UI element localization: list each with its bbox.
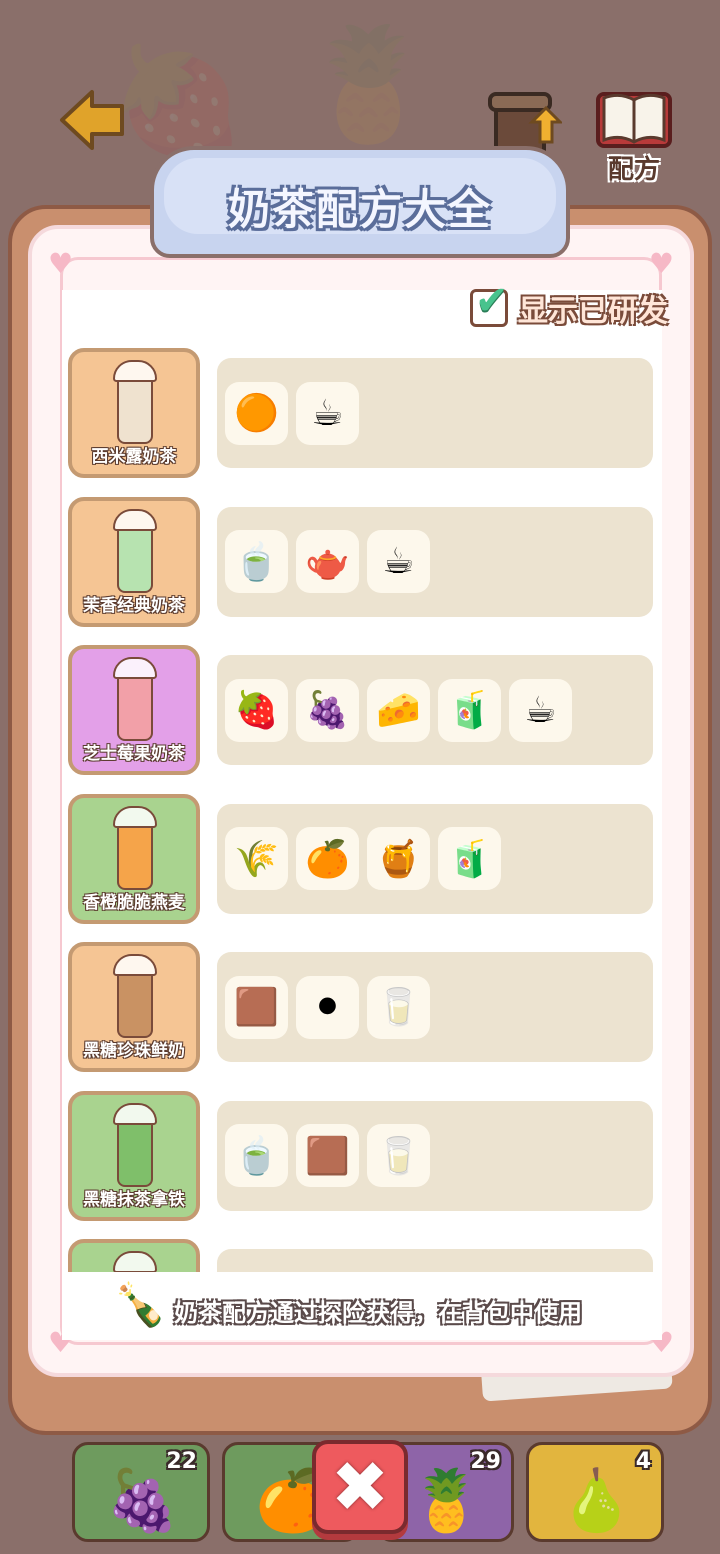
title-banner: 奶茶配方大全 [150,146,570,258]
pineapple-deco-icon: 🍍 [300,20,437,148]
recipe-row[interactable]: 黑糖抹茶拿铁 🍵 🟫 🥛 [68,1090,658,1221]
drink-cup-icon [113,508,157,593]
drink-card[interactable]: 芝士莓果奶茶 [68,645,200,775]
drink-name: 黑糖抹茶拿铁 [83,1189,185,1210]
ingredient-icon: 🌾 [225,827,288,890]
back-arrow-icon [60,90,124,150]
ingredient-icon: 🍇 [296,678,359,742]
heart-icon: ♥ [48,247,74,280]
ingredient-icon: 🟫 [296,1124,359,1187]
drink-card[interactable]: 香橙脆脆燕麦 [68,793,200,924]
ingredient-icon: 🍓 [225,678,288,742]
show-developed-toggle[interactable]: ✔ 显示已研发 [470,278,668,330]
recipe-row[interactable]: 黑糖珍珠鲜奶 🟫 ⚫ 🥛 [68,942,658,1072]
page-title: 奶茶配方大全 [227,185,492,234]
drink-cup-icon [113,657,157,741]
fruit-icon: 🍍 [409,1466,484,1536]
back-button[interactable] [58,88,128,152]
inventory-slot[interactable]: 🍇 22 [72,1442,210,1542]
ingredient-panel [217,1249,653,1272]
drink-cup-icon [113,805,157,890]
ingredient-icon: 🍵 [225,530,288,593]
drink-name: 黑糖珍珠鲜奶 [83,1041,185,1061]
drink-name: 西米露奶茶 [91,447,177,467]
ingredient-icon: 🍵 [225,1124,288,1187]
drink-card[interactable]: 西米露奶茶 [68,348,200,478]
ingredient-icon: 🍊 [296,827,359,890]
ingredient-icon: 🧀 [367,678,430,742]
drink-card[interactable]: 茉香经典奶茶 [68,496,200,627]
recipe-book-button[interactable]: 配方 [594,86,674,186]
show-developed-checkbox[interactable]: ✔ [470,278,509,327]
ingredient-panel: 🌾 🍊 🍯 🧃 [217,803,653,914]
inventory-slot[interactable]: 🍐 4 [526,1442,664,1542]
recipe-list[interactable]: 西米露奶茶 🟠 ☕ 茉香经典奶茶 🍵 🫖 ☕ 芝士莓果奶茶 🍓 🍇 🧀 🧃 ☕ 香橙脆脆燕麦 🌾 🍊 🍯 🧃 黑糖珍… [68,348,658,1272]
message-bottle-icon: 🍾 [114,1280,167,1329]
fruit-icon: 🍇 [105,1466,180,1536]
drink-cup-icon [113,1251,157,1272]
checkmark-icon: ✔ [475,278,509,324]
drink-cup-icon [113,954,157,1038]
close-button[interactable]: ✖ [312,1440,408,1534]
hint-text: 奶茶配方通过探险获得，在背包中使用 [174,1298,582,1327]
recipe-row[interactable] [68,1239,658,1272]
book-icon [596,92,672,148]
fruit-icon: 🍐 [559,1466,634,1536]
drink-name: 芝士莓果奶茶 [83,744,185,764]
ingredient-icon: 🧃 [438,678,501,742]
ingredient-icon: 🍯 [367,827,430,890]
inventory-count: 22 [166,1449,197,1474]
recipe-row[interactable]: 西米露奶茶 🟠 ☕ [68,348,658,478]
drink-card[interactable]: 黑糖珍珠鲜奶 [68,942,200,1072]
close-icon: ✖ [330,1446,390,1528]
ingredient-icon: 🥛 [367,1124,430,1187]
ingredient-panel: 🟫 ⚫ 🥛 [217,952,653,1062]
drink-cup-icon [113,360,157,444]
ingredient-icon: 🟠 [225,381,288,445]
recipe-label: 配方 [607,155,660,185]
ingredient-icon: 🥛 [367,975,430,1039]
drink-name: 香橙脆脆燕麦 [83,892,185,913]
show-developed-label: 显示已研发 [518,294,668,329]
recipe-row[interactable]: 芝士莓果奶茶 🍓 🍇 🧀 🧃 ☕ [68,645,658,775]
recipe-row[interactable]: 香橙脆脆燕麦 🌾 🍊 🍯 🧃 [68,793,658,924]
inventory-count: 29 [470,1449,501,1474]
ingredient-icon: 🟫 [225,975,288,1039]
ingredient-icon: 🧃 [438,827,501,890]
ingredient-panel: 🟠 ☕ [217,358,653,468]
ingredient-icon: ☕ [367,530,430,593]
ingredient-panel: 🍵 🟫 🥛 [217,1100,653,1211]
drink-card[interactable]: 黑糖抹茶拿铁 [68,1090,200,1221]
ingredient-icon: ⚫ [296,975,359,1039]
drink-cup-icon [113,1102,157,1187]
recipe-row[interactable]: 茉香经典奶茶 🍵 🫖 ☕ [68,496,658,627]
ingredient-icon: 🫖 [296,530,359,593]
drink-name: 茉香经典奶茶 [83,595,185,616]
drink-card[interactable] [68,1239,200,1272]
ingredient-panel: 🍓 🍇 🧀 🧃 ☕ [217,655,653,765]
ingredient-icon: ☕ [509,678,572,742]
ingredient-icon: ☕ [296,381,359,445]
inventory-count: 4 [635,1449,651,1474]
heart-icon: ♥ [648,247,674,280]
ingredient-panel: 🍵 🫖 ☕ [217,506,653,617]
hint-bar: 🍾 奶茶配方通过探险获得，在背包中使用 [114,1280,582,1340]
